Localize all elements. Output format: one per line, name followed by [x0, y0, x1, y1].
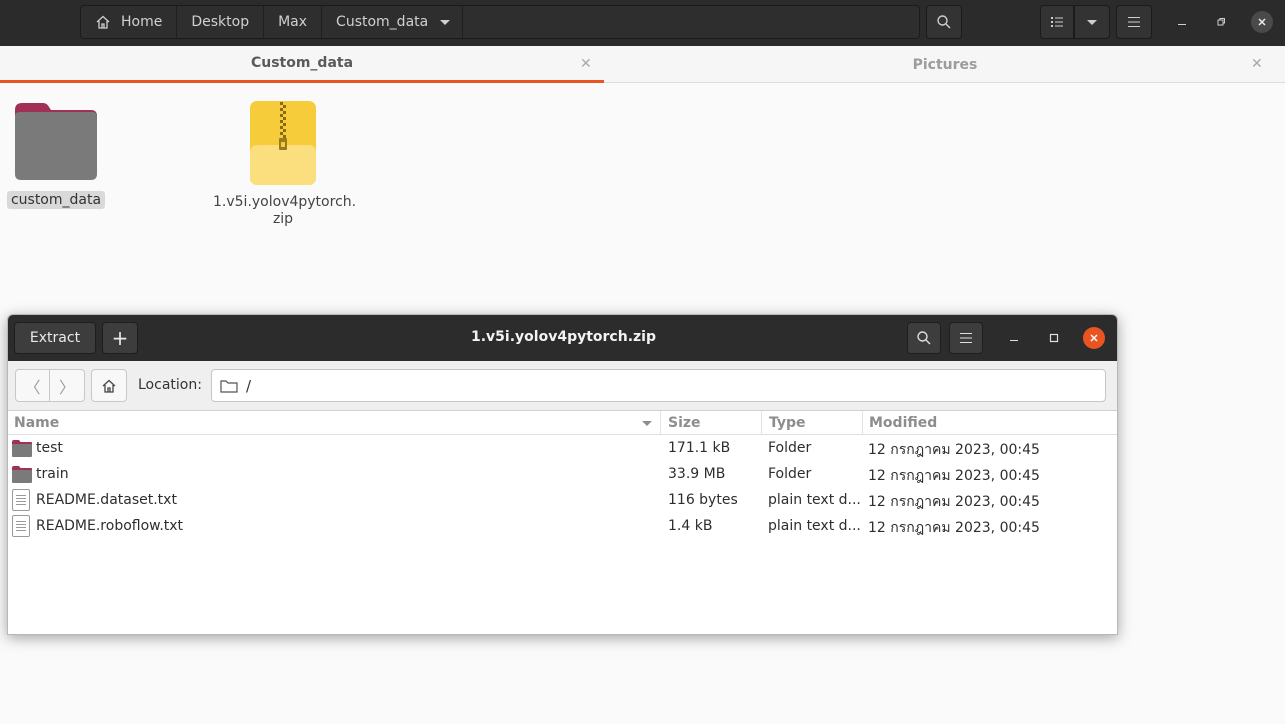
close-icon — [1258, 18, 1266, 26]
restore-icon — [1217, 18, 1225, 26]
hamburger-icon — [960, 333, 972, 343]
location-label: Location: — [138, 377, 202, 393]
path-segment-label: Desktop — [191, 14, 250, 30]
row-name: README.roboflow.txt — [36, 518, 184, 534]
tab-bar: Custom_data ✕ Pictures ✕ — [0, 46, 1285, 83]
menu-button[interactable] — [949, 322, 983, 354]
chevron-left-icon: 〈 — [24, 377, 41, 397]
text-file-icon — [12, 487, 36, 513]
home-icon — [102, 379, 116, 393]
path-segment-label: Custom_data — [336, 14, 429, 30]
location-value: / — [246, 376, 252, 395]
table-row[interactable]: README.roboflow.txt 1.4 kB plain text d.… — [8, 513, 1117, 539]
minimize-icon — [1010, 340, 1018, 341]
close-icon — [1090, 334, 1098, 342]
path-segment-home[interactable]: Home — [81, 6, 178, 38]
search-icon — [917, 331, 931, 345]
row-type: Folder — [768, 466, 812, 482]
main-menu-button[interactable] — [1116, 5, 1152, 39]
row-modified: 12 กรกฎาคม 2023, 00:45 — [868, 520, 1040, 536]
tab-label: Pictures — [912, 56, 978, 73]
file-name-line: 1.v5i.yolov4pytorch. — [213, 194, 357, 210]
search-button[interactable] — [907, 322, 941, 354]
folder-item-custom-data[interactable]: custom_data — [6, 100, 106, 209]
column-label: Size — [668, 415, 701, 431]
row-size: 116 bytes — [668, 492, 738, 508]
search-icon — [937, 15, 951, 29]
back-button[interactable]: 〈 — [15, 369, 50, 402]
maximize-icon — [1049, 333, 1059, 343]
tab-pictures[interactable]: Pictures — [605, 46, 1285, 83]
close-button[interactable] — [1251, 11, 1273, 33]
search-button[interactable] — [926, 5, 962, 39]
file-name: custom_data — [6, 191, 106, 209]
column-headers: Name Size Type Modified — [8, 411, 1117, 435]
file-manager-headerbar: Home Desktop Max Custom_data — [0, 0, 1285, 46]
close-icon[interactable]: ✕ — [580, 56, 592, 72]
table-row[interactable]: README.dataset.txt 116 bytes plain text … — [8, 487, 1117, 513]
chevron-right-icon: 〉 — [58, 377, 75, 397]
row-type: plain text d... — [768, 492, 860, 508]
path-bar: Home Desktop Max Custom_data — [80, 5, 920, 39]
archive-headerbar: Extract + 1.v5i.yolov4pytorch.zip — [8, 315, 1117, 361]
row-size: 33.9 MB — [668, 466, 726, 482]
folder-icon — [11, 461, 35, 487]
forward-button[interactable]: 〉 — [49, 369, 85, 402]
table-row[interactable]: train 33.9 MB Folder 12 กรกฎาคม 2023, 00… — [8, 461, 1117, 487]
folder-icon — [15, 103, 97, 180]
path-segment-max[interactable]: Max — [264, 6, 323, 38]
row-modified: 12 กรกฎาคม 2023, 00:45 — [868, 494, 1040, 510]
location-toolbar: 〈 〉 Location: / — [8, 361, 1117, 411]
row-type: Folder — [768, 440, 812, 456]
row-size: 1.4 kB — [668, 518, 713, 534]
folder-icon — [11, 435, 35, 461]
column-size[interactable]: Size — [662, 411, 762, 435]
zip-archive-icon — [250, 101, 316, 185]
close-icon[interactable]: ✕ — [1251, 56, 1263, 72]
chevron-down-icon — [440, 19, 451, 25]
row-name: README.dataset.txt — [36, 492, 177, 508]
column-label: Type — [769, 415, 806, 431]
minimize-button[interactable] — [1171, 11, 1193, 33]
path-segment-custom-data[interactable]: Custom_data — [322, 6, 464, 38]
row-size: 171.1 kB — [668, 440, 731, 456]
row-type: plain text d... — [768, 518, 860, 534]
minimize-button[interactable] — [1003, 327, 1025, 349]
row-name: train — [36, 466, 69, 482]
row-name: test — [36, 440, 63, 456]
file-name: 1.v5i.yolov4pytorch. zip — [213, 194, 357, 228]
chevron-down-icon — [1087, 19, 1097, 25]
sort-descending-icon — [642, 421, 652, 426]
tab-label: Custom_data — [250, 55, 354, 71]
path-segment-label: Max — [278, 14, 308, 30]
restore-button[interactable] — [1210, 11, 1232, 33]
zip-file-item[interactable]: 1.v5i.yolov4pytorch. zip — [213, 100, 357, 228]
table-row[interactable]: test 171.1 kB Folder 12 กรกฎาคม 2023, 00… — [8, 435, 1117, 461]
home-icon — [96, 15, 110, 29]
column-label: Modified — [869, 415, 938, 431]
row-modified: 12 กรกฎาคม 2023, 00:45 — [868, 468, 1040, 484]
hamburger-icon — [1128, 17, 1140, 27]
column-modified[interactable]: Modified — [863, 411, 1117, 435]
folder-outline-icon — [220, 379, 238, 393]
minimize-icon — [1178, 24, 1186, 25]
maximize-button[interactable] — [1043, 327, 1065, 349]
location-field[interactable]: / — [211, 369, 1106, 402]
path-segment-desktop[interactable]: Desktop — [177, 6, 265, 38]
tab-custom-data[interactable]: Custom_data — [0, 46, 604, 83]
view-list-button[interactable] — [1040, 5, 1074, 39]
file-name-line: zip — [272, 211, 294, 227]
column-type[interactable]: Type — [763, 411, 863, 435]
row-modified: 12 กรกฎาคม 2023, 00:45 — [868, 442, 1040, 458]
column-name[interactable]: Name — [8, 411, 661, 435]
archive-manager-window: Extract + 1.v5i.yolov4pytorch.zip 〈 〉 Lo… — [7, 314, 1118, 635]
list-view-icon — [1051, 17, 1063, 27]
close-button[interactable] — [1083, 327, 1105, 349]
path-segment-label: Home — [121, 14, 163, 30]
view-options-button[interactable] — [1074, 5, 1110, 39]
home-button[interactable] — [91, 369, 127, 402]
column-label: Name — [14, 415, 60, 431]
text-file-icon — [12, 513, 36, 539]
